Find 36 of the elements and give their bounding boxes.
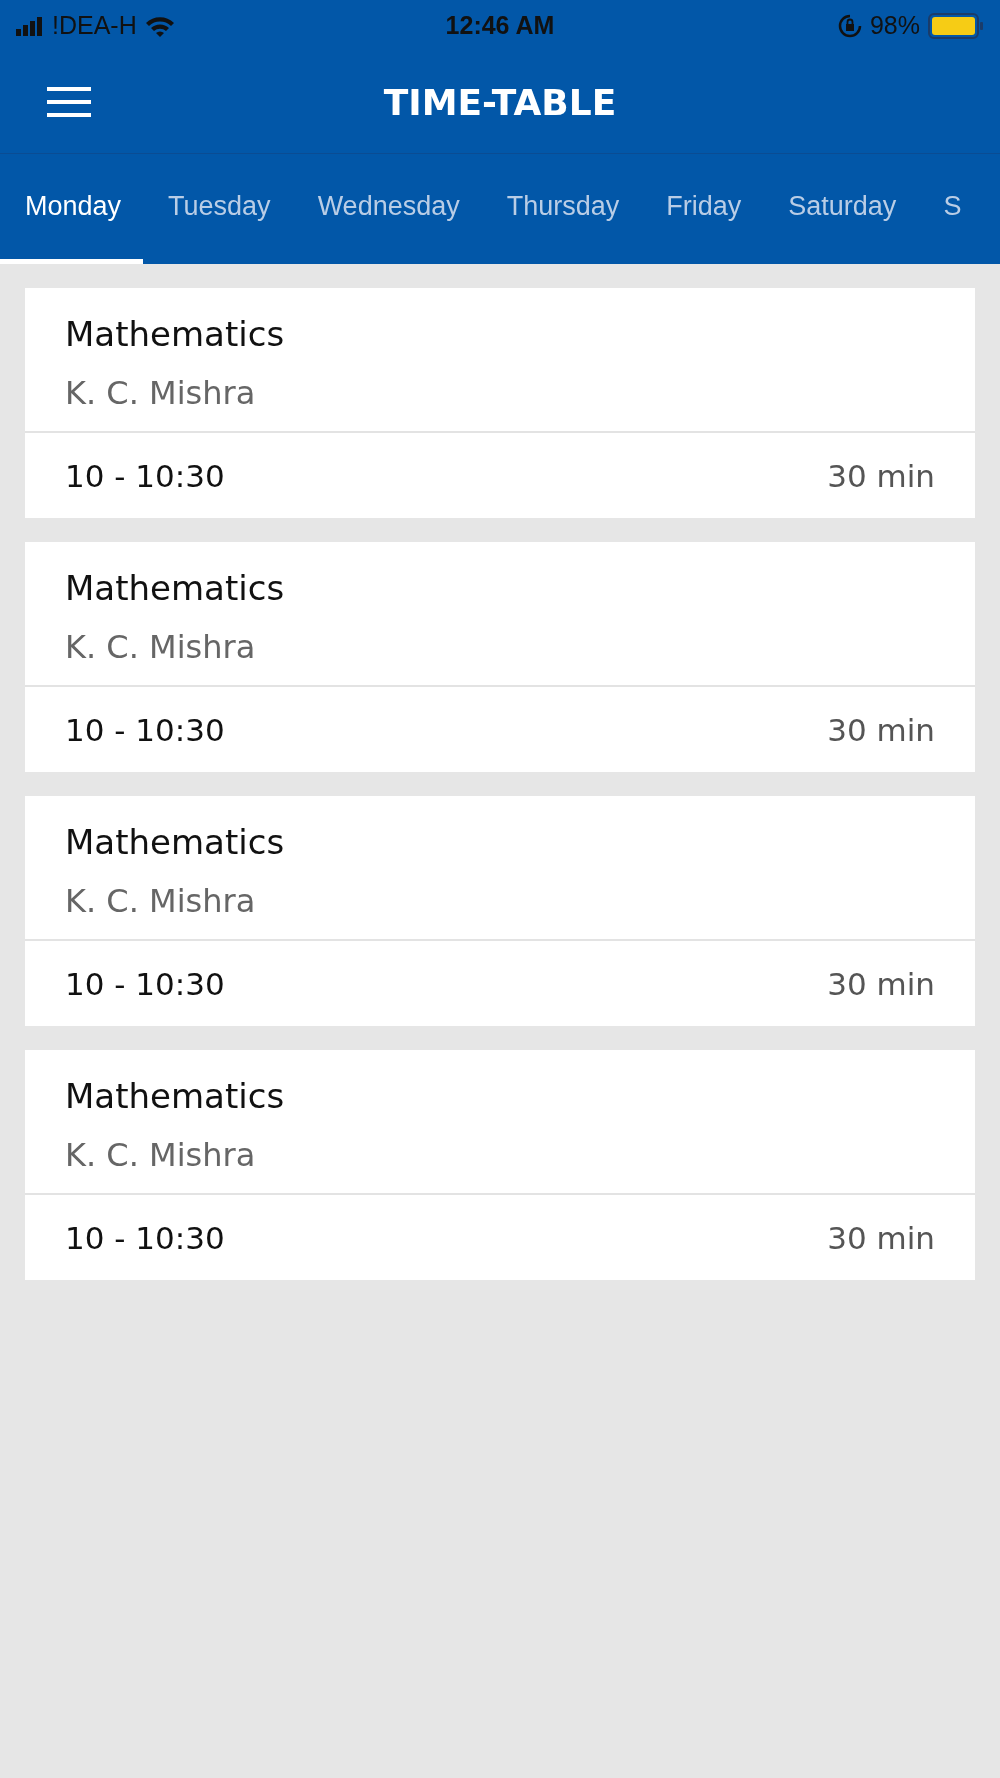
subject-name: Mathematics xyxy=(65,314,286,354)
class-card[interactable]: Mathematics K. C. Mishra 10 - 10:30 30 min xyxy=(25,796,975,1026)
teacher-name: K. C. Mishra xyxy=(65,374,257,412)
battery-percent: 98% xyxy=(869,11,920,40)
class-card[interactable]: Mathematics K. C. Mishra 10 - 10:30 30 min xyxy=(25,288,975,518)
day-tab[interactable]: Friday xyxy=(641,154,764,264)
page-title: TIME-TABLE xyxy=(383,81,617,123)
subject-name: Mathematics xyxy=(65,1076,286,1116)
subject-name: Mathematics xyxy=(65,822,286,862)
carrier-name: !DEA-H xyxy=(52,11,137,40)
class-card[interactable]: Mathematics K. C. Mishra 10 - 10:30 30 min xyxy=(25,1050,975,1280)
signal-icon xyxy=(16,15,44,36)
day-tab[interactable]: Wednesday xyxy=(292,154,482,264)
class-time: 10 - 10:30 xyxy=(65,1219,225,1256)
day-tab[interactable]: Thursday xyxy=(481,154,642,264)
day-tab[interactable]: Saturday xyxy=(763,154,919,264)
menu-icon[interactable] xyxy=(47,87,91,117)
battery-icon xyxy=(928,12,984,39)
class-duration: 30 min xyxy=(827,965,935,1002)
class-duration: 30 min xyxy=(827,1219,935,1256)
clock-time: 12:46 AM xyxy=(445,11,555,40)
class-duration: 30 min xyxy=(827,711,935,748)
teacher-name: K. C. Mishra xyxy=(65,628,257,666)
class-duration: 30 min xyxy=(827,457,935,494)
teacher-name: K. C. Mishra xyxy=(65,882,257,920)
class-time: 10 - 10:30 xyxy=(65,965,225,1002)
day-tab[interactable]: Tuesday xyxy=(143,154,293,264)
class-card[interactable]: Mathematics K. C. Mishra 10 - 10:30 30 min xyxy=(25,542,975,772)
rotation-lock-icon xyxy=(837,13,862,38)
subject-name: Mathematics xyxy=(65,568,286,608)
class-time: 10 - 10:30 xyxy=(65,711,225,748)
class-time: 10 - 10:30 xyxy=(65,457,225,494)
day-tab[interactable]: Monday xyxy=(0,154,144,264)
wifi-icon xyxy=(144,14,175,37)
day-tab[interactable]: S xyxy=(918,154,984,264)
teacher-name: K. C. Mishra xyxy=(65,1136,257,1174)
